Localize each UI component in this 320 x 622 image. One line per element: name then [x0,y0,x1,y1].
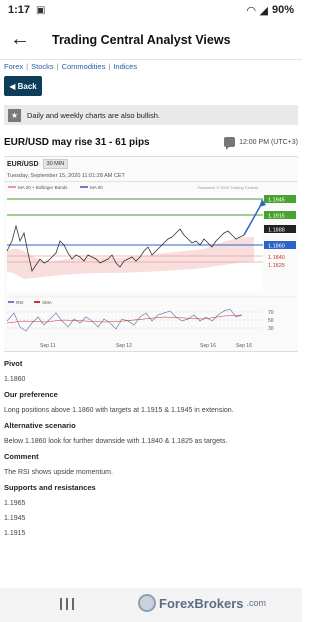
x-label-2: Sep 12 [116,343,132,349]
level-1945: 1.1945 [268,198,285,204]
sr-value-1: 1.1965 [4,500,26,507]
globe-icon [138,594,156,612]
info-note: ★ Daily and weekly charts are also bulli… [4,105,298,125]
alternative-value: Below 1.1860 look for further downside w… [4,438,228,445]
battery-text: 90% [271,4,294,16]
comment-label: Comment [4,452,39,461]
preference-label: Our preference [4,390,58,399]
breadcrumb-forex[interactable]: Forex [4,62,23,71]
clock: 1:17 [8,4,31,16]
watermark-logo: ForexBrokers .com [138,594,266,612]
level-1840: 1.1840 [268,255,285,261]
pivot-label: Pivot [4,359,23,368]
legend-rsi: RSI [16,300,24,305]
chart-pair: EUR/USD [7,160,39,168]
status-bar: 1:17 ▣ ◠ ◢ 90% [0,0,302,20]
comment-icon[interactable] [224,137,236,150]
app-header: ← Trading Central Analyst Views [0,20,302,60]
notification-icon: ▣ [36,4,46,16]
breadcrumb-indices[interactable]: Indices [113,62,137,71]
chart-canvas: MA 20 + Bollinger Bands MA 50 Research ©… [6,185,296,349]
level-1888: 1.1888 [268,228,285,234]
status-right: ◠ ◢ 90% [247,4,294,17]
breadcrumb-commodities[interactable]: Commodities [62,62,106,71]
watermark-name: ForexBrokers [159,595,244,611]
rsi-70: 70 [268,310,274,316]
back-chevron-icon: ◀ [9,81,18,91]
alternative-label: Alternative scenario [4,421,76,430]
legend-sma: SMA [42,300,52,305]
pivot-value: 1.1860 [4,376,26,383]
page-title: Trading Central Analyst Views [52,32,231,47]
chart-head: EUR/USD 30 MIN [4,157,298,171]
chart-timeframe[interactable]: 30 MIN [42,159,69,169]
x-label-1: Sep 11 [40,343,56,349]
level-1915: 1.1915 [268,214,285,220]
back-arrow-icon[interactable]: ← [0,20,40,60]
headline: EUR/USD may rise 31 - 61 pips [4,136,150,148]
breadcrumb: Forex | Stocks | Commodities | Indices [4,62,138,71]
sma-line [6,314,243,324]
x-label-4: Sep 16 [236,343,252,349]
x-label-3: Sep 16 [200,343,216,349]
sr-value-2: 1.1945 [4,515,26,522]
level-1825: 1.1825 [268,263,285,269]
rsi-50: 50 [268,318,274,324]
legend-ma50: MA 50 [90,185,103,190]
recent-apps-icon[interactable] [60,598,74,610]
price-level-labels: 1.1945 1.1915 1.1888 1.1860 1.1840 1.182… [264,195,296,269]
content: Forex | Stocks | Commodities | Indices ◀ Ba… [0,60,302,588]
back-button[interactable]: ◀ Back [4,76,42,96]
breadcrumb-stocks[interactable]: Stocks [31,62,54,71]
back-button-label: Back [17,81,37,91]
headline-row: EUR/USD may rise 31 - 61 pips 12:00 PM (… [4,134,298,150]
wifi-icon: ◠ [247,4,256,17]
signal-icon: ◢ [259,4,268,17]
star-icon: ★ [8,108,21,122]
rsi-line [6,308,243,332]
legend-bollinger: MA 20 + Bollinger Bands [18,185,68,190]
chart-copyright: Research © 2020 Trading Central [198,185,258,190]
analysis-sections: Pivot 1.1860 Our preference Long positio… [0,359,302,537]
android-nav-bar: ForexBrokers .com [0,588,302,622]
comment-value: The RSI shows upside momentum. [4,469,113,476]
info-note-text: Daily and weekly charts are also bullish… [27,110,160,120]
chart-card: EUR/USD 30 MIN Tuesday, September 15, 20… [4,156,298,352]
preference-value: Long positions above 1.1860 with targets… [4,407,234,414]
publish-time: 12:00 PM (UTC+3) [239,138,298,146]
sr-value-3: 1.1915 [4,530,26,537]
level-1860: 1.1860 [268,244,285,250]
rsi-30: 30 [268,326,274,332]
sr-label: Supports and resistances [4,483,96,492]
watermark-suffix: .com [246,598,267,608]
